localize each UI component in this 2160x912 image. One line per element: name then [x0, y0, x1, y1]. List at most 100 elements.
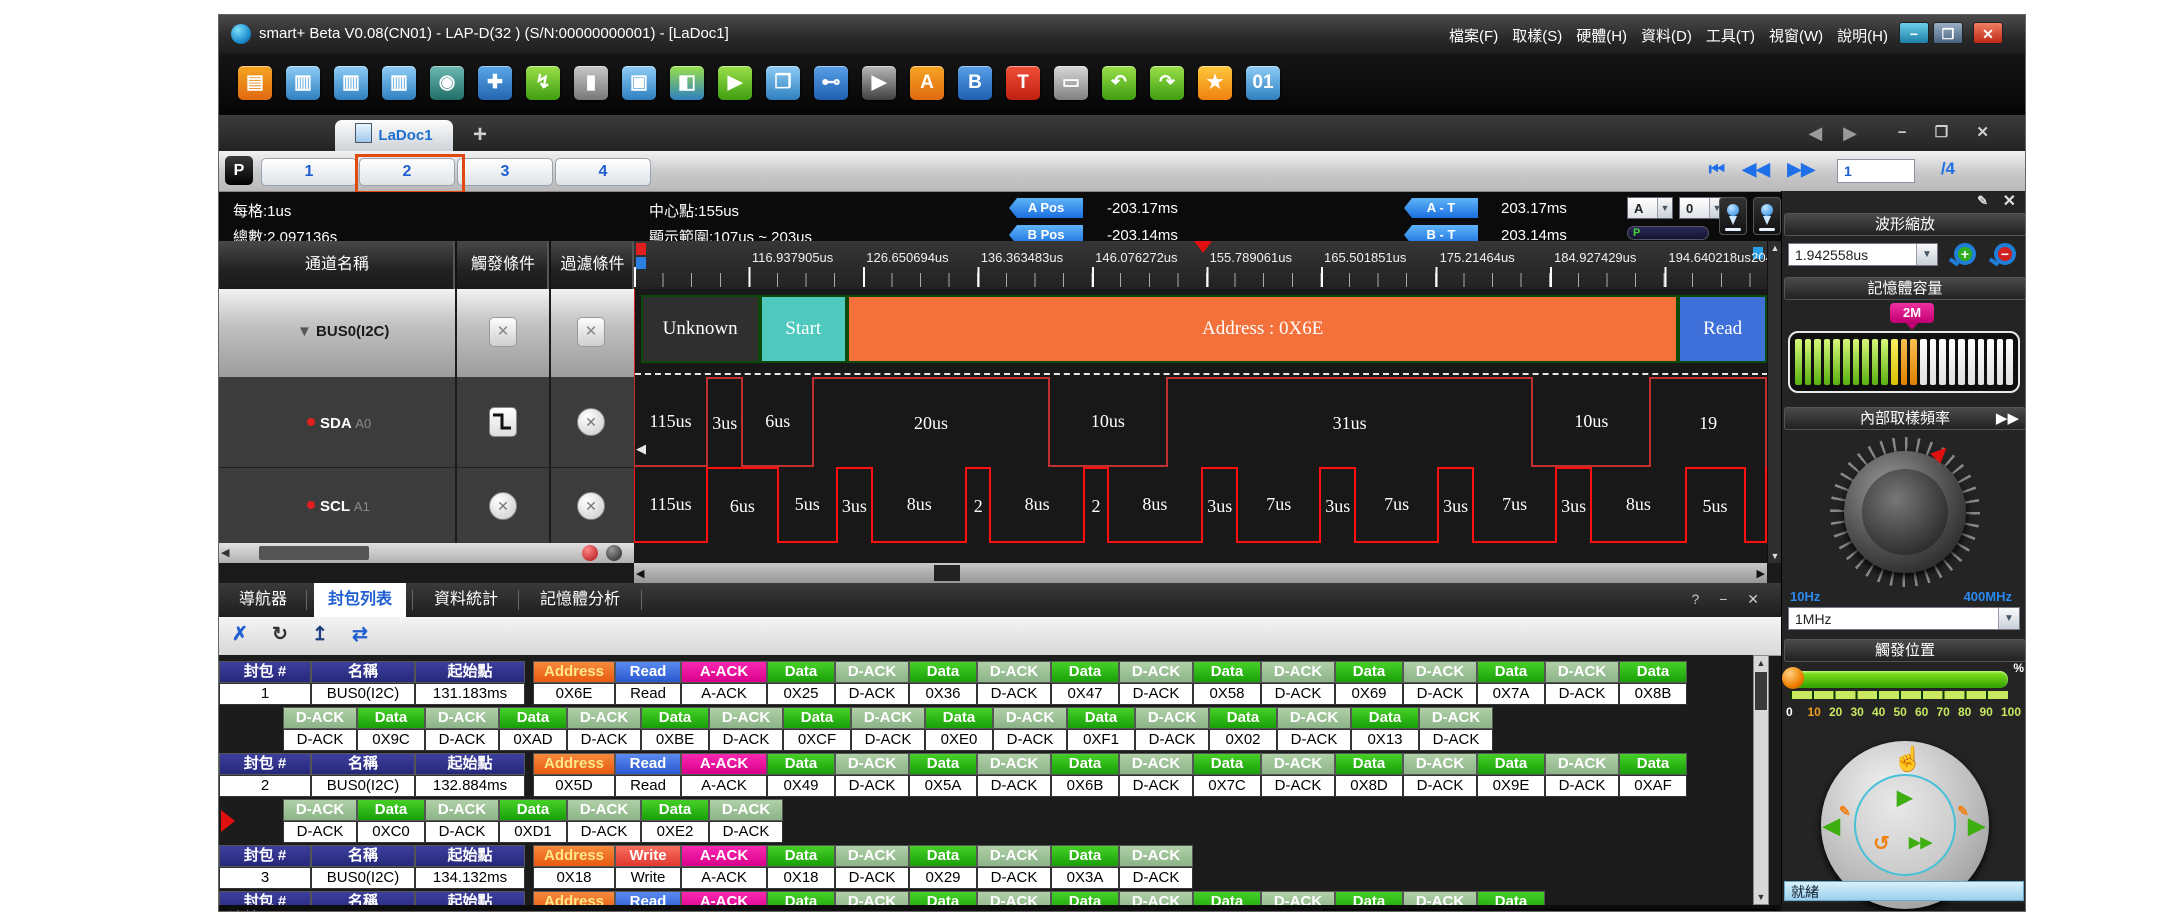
packet-value-cell[interactable]: 0XBE — [641, 729, 709, 751]
packet-value-cell[interactable]: 0XC0 — [357, 821, 425, 843]
scroll-down-icon[interactable]: ▼ — [1754, 890, 1768, 904]
packet-value-cell[interactable]: 0X69 — [1335, 683, 1403, 705]
scrollbar-thumb[interactable] — [259, 546, 369, 560]
search-next-icon[interactable]: ↷ — [1150, 66, 1184, 100]
binary-view-icon[interactable]: 01 — [1246, 66, 1280, 100]
zoom-out-icon[interactable]: − — [1994, 243, 2016, 265]
packet-value-cell[interactable]: 3 — [219, 867, 311, 889]
sample-rate-knob[interactable] — [1830, 437, 1980, 587]
channel-row-bus0[interactable]: ▼ BUS0(I2C) ✕ ✕ — [219, 289, 634, 377]
channel-row-scl[interactable]: SCL A1 ✕ ✕ — [219, 467, 634, 544]
packet-value-cell[interactable]: 0X5A — [909, 775, 977, 797]
packet-value-cell[interactable]: 0X25 — [767, 683, 835, 705]
packet-value-cell[interactable]: 0X8B — [1619, 683, 1687, 705]
favorite-star-icon[interactable]: ★ — [1198, 66, 1232, 100]
page-button-4[interactable]: 4 — [555, 158, 651, 186]
packet-value-cell[interactable]: Read — [615, 683, 681, 705]
expand-icon[interactable]: ▶▶ — [1996, 408, 2019, 429]
packet-value-cell[interactable]: D-ACK — [851, 729, 925, 751]
media-player-icon[interactable]: ▶ — [862, 66, 896, 100]
packet-value-cell[interactable]: D-ACK — [835, 867, 909, 889]
menu-s[interactable]: 取樣(S) — [1512, 25, 1562, 46]
mdi-window-controls[interactable]: − ❐ ✕ — [1898, 123, 2001, 141]
menu-w[interactable]: 視窗(W) — [1769, 25, 1823, 46]
packet-value-cell[interactable]: D-ACK — [1119, 775, 1193, 797]
quick-acquire-lightning-icon[interactable]: ↯ — [526, 66, 560, 100]
packet-value-cell[interactable]: 0X8D — [1335, 775, 1403, 797]
packet-value-cell[interactable]: 0X58 — [1193, 683, 1261, 705]
place-marker-b-button[interactable] — [1753, 197, 1781, 235]
packet-value-cell[interactable]: Read — [615, 775, 681, 797]
packet-value-cell[interactable]: D-ACK — [1119, 683, 1193, 705]
open-folder-icon[interactable]: ▤ — [238, 66, 272, 100]
go-first-button[interactable]: ⏮ — [1709, 159, 1725, 180]
packet-value-cell[interactable]: Write — [615, 867, 681, 889]
bottom-tab[interactable]: 導航器 — [225, 583, 301, 617]
fast-forward-icon[interactable]: ▶▶ — [1909, 833, 1932, 851]
packet-value-cell[interactable]: 0X49 — [767, 775, 835, 797]
packet-value-cell[interactable]: D-ACK — [977, 775, 1051, 797]
packet-value-cell[interactable]: A-ACK — [681, 683, 767, 705]
panel-controls[interactable]: ? − ✕ — [1692, 591, 1767, 608]
packet-value-cell[interactable]: D-ACK — [1403, 683, 1477, 705]
window-layout-icon[interactable]: ◧ — [670, 66, 704, 100]
sda-trigger-falling-edge-icon[interactable] — [489, 407, 517, 437]
packet-value-cell[interactable]: 0X02 — [1209, 729, 1277, 751]
delete-packets-icon[interactable]: ✗ — [227, 622, 253, 648]
knob-face[interactable] — [1844, 451, 1966, 573]
save-file-icon[interactable]: ▥ — [286, 66, 320, 100]
compare-documents-icon[interactable]: ❒ — [766, 66, 800, 100]
packet-value-cell[interactable]: D-ACK — [425, 821, 499, 843]
packet-value-cell[interactable]: D-ACK — [425, 729, 499, 751]
packet-value-cell[interactable]: BUS0(I2C) — [311, 867, 415, 889]
export-packets-icon[interactable]: ↥ — [307, 622, 333, 648]
packet-value-cell[interactable]: 0X47 — [1051, 683, 1119, 705]
close-panel-icon[interactable]: ✕ — [2003, 191, 2016, 211]
close-button[interactable]: ✕ — [1973, 22, 2003, 44]
jog-right-icon[interactable]: ▶ — [1968, 813, 1985, 839]
packet-value-cell[interactable]: D-ACK — [1119, 867, 1193, 889]
packet-value-cell[interactable]: D-ACK — [283, 821, 357, 843]
packet-value-cell[interactable]: D-ACK — [835, 775, 909, 797]
packet-value-cell[interactable]: 0X6E — [533, 683, 615, 705]
probe-tool-icon[interactable] — [606, 545, 622, 561]
minimize-button[interactable]: − — [1899, 22, 1929, 44]
time-ruler[interactable]: 116.937905us126.650694us136.363483us146.… — [634, 241, 1767, 290]
tools-icon[interactable]: ✚ — [478, 66, 512, 100]
packet-value-cell[interactable]: 0X9E — [1477, 775, 1545, 797]
a-pos-badge[interactable]: A Pos — [1009, 198, 1083, 218]
flag-t-icon[interactable]: T — [1006, 66, 1040, 100]
packet-value-cell[interactable]: 0XE2 — [641, 821, 709, 843]
bus0-filter-icon[interactable]: ✕ — [577, 317, 605, 347]
packet-value-cell[interactable]: 0X36 — [909, 683, 977, 705]
packet-value-cell[interactable]: D-ACK — [567, 729, 641, 751]
play-icon[interactable]: ▶ — [1897, 785, 1912, 810]
packet-value-cell[interactable]: 0XCF — [783, 729, 851, 751]
waveform-hscrollbar[interactable]: ◀ ▶ — [634, 563, 1767, 583]
packet-value-cell[interactable]: D-ACK — [709, 821, 783, 843]
scrollbar-thumb[interactable] — [1755, 672, 1767, 710]
trigger-position-slider[interactable] — [1790, 671, 2008, 688]
packet-value-cell[interactable]: BUS0(I2C) — [311, 683, 415, 705]
pin-panel-icon[interactable]: ✎ — [1977, 193, 1988, 209]
bus-segment-address[interactable]: Address : 0X6E — [847, 295, 1679, 363]
packet-value-cell[interactable]: 0X13 — [1351, 729, 1419, 751]
bus-segment-unknown[interactable]: Unknown — [641, 295, 760, 363]
scl-trigger-icon[interactable]: ✕ — [489, 492, 517, 520]
waveform-vscrollbar[interactable]: ▲ ▼ — [1767, 241, 1782, 563]
packet-value-cell[interactable]: 0X7A — [1477, 683, 1545, 705]
packet-value-cell[interactable]: 2 — [219, 775, 311, 797]
menu-t[interactable]: 工具(T) — [1706, 25, 1755, 46]
packet-value-cell[interactable]: 0X5D — [533, 775, 615, 797]
bus-connector-icon[interactable]: ⊷ — [814, 66, 848, 100]
page-p-button[interactable]: P — [225, 156, 253, 185]
bus0-trigger-icon[interactable]: ✕ — [489, 317, 517, 347]
magnet-tool-icon[interactable] — [582, 545, 598, 561]
menu-f[interactable]: 檔案(F) — [1449, 25, 1498, 46]
packet-table-scrollbar[interactable]: ▲ ▼ — [1753, 655, 1769, 905]
packet-value-cell[interactable]: 0X9C — [357, 729, 425, 751]
packet-value-cell[interactable]: D-ACK — [835, 683, 909, 705]
tab-scroll-arrows[interactable]: ◀ ▶ — [1808, 123, 1865, 144]
flag-b-icon[interactable]: B — [958, 66, 992, 100]
scroll-right-icon[interactable]: ▶ — [1757, 567, 1765, 580]
